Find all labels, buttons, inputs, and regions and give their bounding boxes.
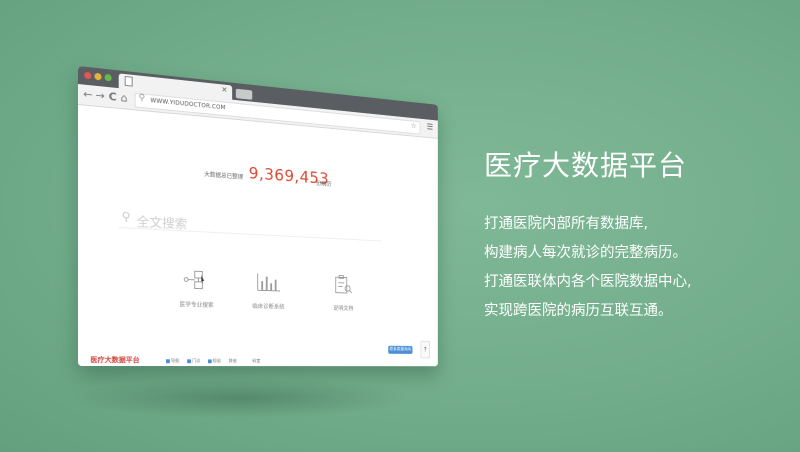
promo-description: 打通医院内部所有数据库, 构建病人每次就诊的完整病历。 打通医联体内各个医院数据… <box>484 210 692 326</box>
search-icon: ⚲ <box>138 93 146 104</box>
new-tab-button[interactable] <box>235 88 253 100</box>
feature-documentation[interactable]: 说明文档 <box>309 274 377 313</box>
feature-label: 临床诊断系统 <box>252 303 285 311</box>
checkbox-icon <box>207 358 212 363</box>
footer-item-label: 其他 <box>228 359 237 365</box>
flowchart-icon <box>182 269 210 291</box>
menu-icon[interactable]: ☰ <box>427 123 433 132</box>
page-footer: 医疗大数据平台 导航 门诊 检验 其他 科室 <box>78 353 438 366</box>
logo-text: 医疗大数据平台 <box>90 356 140 365</box>
feature-medical-search[interactable]: 医学专业搜索 <box>158 268 234 309</box>
minimize-window-dot[interactable] <box>94 72 102 81</box>
footer-item-label: 检验 <box>212 359 222 365</box>
page-content: 大数据总已整理 9,369,453 份病历 ⚲ 全文搜索 医学专业搜索 临床诊断… <box>78 105 438 367</box>
stat-label: 大数据总已整理 <box>204 171 244 181</box>
feature-label: 说明文档 <box>333 305 354 313</box>
browser-shadow <box>70 378 410 418</box>
bar-chart-icon <box>255 272 282 293</box>
footer-item[interactable]: 门诊 <box>187 358 200 364</box>
search-icon: ⚲ <box>121 209 131 224</box>
footer-item-label: 导航 <box>170 359 180 365</box>
close-window-dot[interactable] <box>84 71 92 80</box>
footer-logo: 医疗大数据平台 <box>90 355 139 365</box>
feature-clinical-diagnosis[interactable]: 临床诊断系统 <box>232 271 304 311</box>
checkbox-icon <box>166 358 170 363</box>
stage: ✕ ← → C ⌂ ⚲ WWW.YIDUDOCTOR.COM ☆ ☰ 大数据总已… <box>0 0 800 452</box>
search-placeholder: 全文搜索 <box>136 215 188 233</box>
reload-icon[interactable]: C <box>109 90 117 104</box>
bookmark-star-icon[interactable]: ☆ <box>411 121 417 129</box>
back-arrow-icon[interactable]: ← <box>83 88 92 102</box>
footer-item[interactable]: 导航 <box>166 358 179 364</box>
document-icon <box>331 274 356 295</box>
fulltext-search-input[interactable]: ⚲ 全文搜索 <box>118 207 382 242</box>
feature-label: 医学专业搜索 <box>179 301 214 309</box>
checkbox-icon <box>187 358 191 363</box>
promo-line: 实现跨医院的病历互联互通。 <box>484 303 673 319</box>
footer-item[interactable]: 科室 <box>252 359 260 365</box>
promo-line: 打通医联体内各个医院数据中心, <box>484 274 692 290</box>
tab-close-icon[interactable]: ✕ <box>221 85 227 94</box>
footer-item[interactable]: 检验 <box>207 358 222 365</box>
footer-item-label: 门诊 <box>191 359 201 365</box>
maximize-window-dot[interactable] <box>104 73 112 82</box>
page-icon <box>124 75 133 87</box>
promo-line: 构建病人每次就诊的完整病历。 <box>484 245 687 261</box>
contact-support-button[interactable]: 联系客服询问 <box>388 345 413 354</box>
browser-mockup: ✕ ← → C ⌂ ⚲ WWW.YIDUDOCTOR.COM ☆ ☰ 大数据总已… <box>78 66 438 367</box>
promo-title: 医疗大数据平台 <box>484 149 688 182</box>
home-icon[interactable]: ⌂ <box>121 91 128 104</box>
url-text: WWW.YIDUDOCTOR.COM <box>150 97 226 112</box>
footer-item-label: 科室 <box>252 359 261 365</box>
promo-line: 打通医院内部所有数据库, <box>484 216 649 232</box>
stat-unit: 份病历 <box>316 180 332 188</box>
footer-item[interactable]: 其他 <box>228 359 237 365</box>
forward-arrow-icon[interactable]: → <box>95 89 104 103</box>
